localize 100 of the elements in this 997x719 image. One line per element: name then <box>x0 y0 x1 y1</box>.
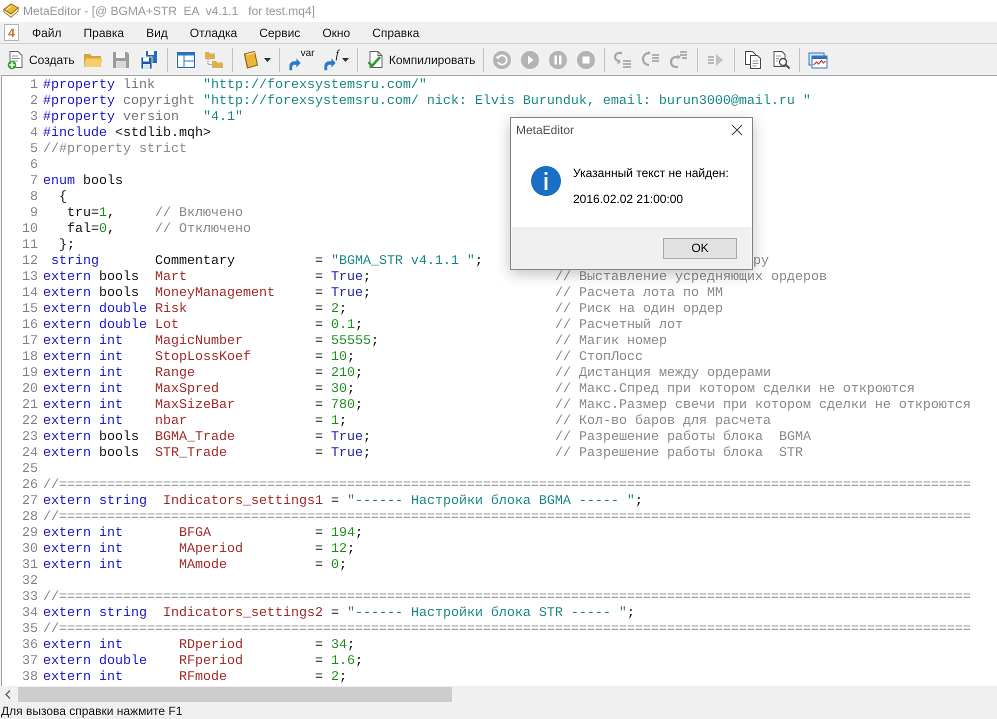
folders-icon <box>204 50 224 70</box>
dialog-detail: 2016.02.02 21:00:00 <box>573 192 684 206</box>
menu-item[interactable]: Окно <box>311 22 362 43</box>
line-number: 31 <box>22 558 38 574</box>
arrow-lines-icon <box>669 50 690 70</box>
pause-icon <box>548 50 568 70</box>
code-line: extern int MaxSpred = 30; <box>43 382 355 398</box>
code-line: #property link "http://forexsystemsru.com/" <box>43 78 427 94</box>
line-number: 14 <box>22 286 38 302</box>
code-comment: // Расчетный лот <box>555 318 683 334</box>
line-number: 13 <box>22 270 38 286</box>
code-line: extern double Lot = 0.1; <box>43 318 363 334</box>
curved-arrow-icon <box>288 56 302 70</box>
code-comment: // Расчета лота по ММ <box>555 286 723 302</box>
line-number: 15 <box>22 302 38 318</box>
line-number: 21 <box>22 398 38 414</box>
code-comment: // Риск на один ордер <box>555 302 723 318</box>
code-comment: // Отключено <box>155 222 251 238</box>
line-number: 16 <box>22 318 38 334</box>
code-line: extern bools BGMA_Trade = True; <box>43 430 371 446</box>
line-number: 6 <box>30 158 38 174</box>
line-number: 35 <box>22 622 38 638</box>
code-line: extern string Indicators_settings2 = "------ Настройки блока STR ----- "; <box>43 606 635 622</box>
var-button[interactable]: var <box>284 46 319 72</box>
scrollbar-thumb[interactable] <box>18 687 452 702</box>
code-line: extern int MagicNumber = 55555; <box>43 334 379 350</box>
line-number: 34 <box>22 606 38 622</box>
floppy-disks-icon <box>138 50 159 70</box>
code-line: string Commentary = "BGMA_STR v4.1.1 "; <box>51 254 483 270</box>
code-comment: // СтопЛосс <box>555 350 643 366</box>
code-line: enum bools <box>43 174 123 190</box>
code-line: extern int nbar = 1; <box>43 414 347 430</box>
line-number: 9 <box>30 206 38 222</box>
code-comment: // Включено <box>155 206 243 222</box>
line-number: 22 <box>22 414 38 430</box>
menu-item[interactable]: Файл <box>21 22 73 43</box>
code-line: }; <box>59 238 75 254</box>
ok-button[interactable]: OK <box>663 238 737 258</box>
chart-window-icon <box>808 50 828 70</box>
line-number: 4 <box>30 126 38 142</box>
info-icon <box>531 166 561 196</box>
close-icon <box>731 124 743 136</box>
line-number: 1 <box>30 78 38 94</box>
line-number: 23 <box>22 430 38 446</box>
line-number: 7 <box>30 174 38 190</box>
code-comment: //================================================================================================================== <box>43 478 971 494</box>
code-line: extern int MAperiod = 12; <box>43 542 355 558</box>
line-number: 17 <box>22 334 38 350</box>
line-number: 28 <box>22 510 38 526</box>
code-comment: // Дистанция между ордерами <box>555 366 771 382</box>
code-line: extern int StopLossKoef = 10; <box>43 350 355 366</box>
line-number: 37 <box>22 654 38 670</box>
menu-item[interactable]: Отладка <box>178 22 248 43</box>
code-line: extern int RDperiod = 34; <box>43 638 355 654</box>
code-line: extern string Indicators_settings1 = "------ Настройки блока BGMA ----- "; <box>43 494 643 510</box>
code-comment: // Макс.Размер свечи при котором сделки не откроются <box>555 398 971 414</box>
code-line: extern bools Mart = True; <box>43 270 371 286</box>
line-number: 29 <box>22 526 38 542</box>
app-menu-button[interactable]: 4 <box>4 24 19 41</box>
window-title: MetaEditor - [@ BGMA+STR EA v4.1.1 for test.mq4] <box>23 3 315 20</box>
line-number: 27 <box>22 494 38 510</box>
code-comment: ру <box>753 254 769 270</box>
line-number: 32 <box>22 574 38 590</box>
line-number: 33 <box>22 590 38 606</box>
line-number: 30 <box>22 542 38 558</box>
menu-item[interactable]: Правка <box>72 22 136 43</box>
line-number: 12 <box>22 254 38 270</box>
function-button[interactable]: f <box>318 46 353 72</box>
code-comment: //================================================================================================================== <box>43 590 971 606</box>
code-line: extern int BFGA = 194; <box>43 526 363 542</box>
line-number: 18 <box>22 350 38 366</box>
line-number: 19 <box>22 366 38 382</box>
code-comment: // Выставление усредняющих ордеров <box>555 270 827 286</box>
new-button[interactable]: Создать <box>2 46 79 72</box>
window-panes-icon <box>176 50 196 70</box>
line-number: 3 <box>30 110 38 126</box>
code-line: extern int RFmode = 2; <box>43 670 347 686</box>
code-comment: //================================================================================================================== <box>43 510 971 526</box>
menu-item[interactable]: Справка <box>361 22 430 43</box>
arrow-lines-icon <box>613 50 634 70</box>
line-number: 10 <box>22 222 38 238</box>
curved-arrow-icon <box>322 56 337 70</box>
code-line: extern double RFperiod = 1.6; <box>43 654 363 670</box>
code-comment: // Магик номер <box>555 334 667 350</box>
line-number: 26 <box>22 478 38 494</box>
code-comment: //================================================================================================================== <box>43 622 971 638</box>
compile-button[interactable]: Компилировать <box>362 46 480 72</box>
code-line: extern double Risk = 2; <box>43 302 347 318</box>
code-line: #property version "4.1" <box>43 110 243 126</box>
scroll-left-icon[interactable] <box>5 690 11 699</box>
line-number: 8 <box>30 190 38 206</box>
line-number: 2 <box>30 94 38 110</box>
play-icon <box>520 50 540 70</box>
close-button[interactable] <box>731 124 743 136</box>
menu-item[interactable]: Вид <box>135 22 179 43</box>
code-comment: //#property strict <box>43 142 187 158</box>
menu-item[interactable]: Сервис <box>248 22 312 43</box>
code-line: #property copyright "http://forexsystemsru.com/ nick: Elvis Burunduk, email: burun3000@mail.ru " <box>43 94 811 110</box>
dialog-message: Указанный текст не найден: <box>573 166 729 180</box>
code-line: extern bools MoneyManagement = True; <box>43 286 371 302</box>
